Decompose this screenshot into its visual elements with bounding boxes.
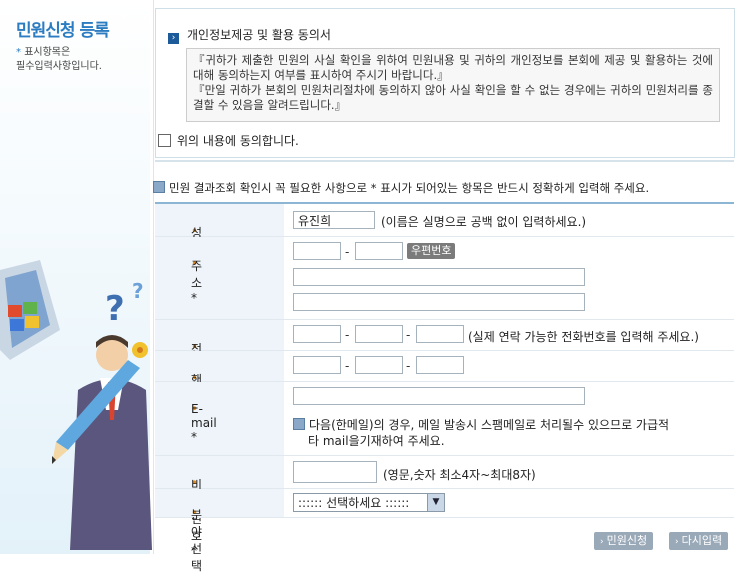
- password-input[interactable]: [293, 461, 377, 483]
- submit-label: 민원신청: [606, 534, 648, 547]
- complaint-form: •성명 * 유진희 (이름은 실명으로 공백 없이 입력하세요.) •주소 * …: [155, 202, 734, 573]
- consent-text-box[interactable]: 『귀하가 제출한 민원의 사실 확인을 위하여 민원내용 및 귀하의 개인정보를…: [186, 48, 720, 122]
- notice-text: 민원 결과조회 확인시 꼭 필요한 사항으로 * 표시가 되어있는 항목은 반드…: [169, 181, 650, 195]
- agree-checkbox[interactable]: [158, 134, 171, 147]
- category-selected: :::::: 선택하세요 ::::::: [298, 496, 410, 510]
- email-input[interactable]: [293, 387, 585, 405]
- row-address: • 주소 * - 우편번호: [155, 237, 734, 320]
- phone-input-2[interactable]: [355, 325, 403, 343]
- name-input[interactable]: 유진희: [293, 211, 375, 229]
- arrow-right-icon: ›: [168, 33, 179, 44]
- name-hint: (이름은 실명으로 공백 없이 입력하세요.): [381, 215, 587, 229]
- svg-text:?: ?: [105, 289, 125, 329]
- label-cell: • 분야선택: [155, 489, 284, 573]
- consent-heading-text: 개인정보제공 및 활용 동의서: [187, 28, 331, 42]
- label-cell: • E-mail *: [155, 382, 284, 455]
- email-hint: 다음(한메일)의 경우, 메일 발송시 스팸메일로 처리될수 있으므로 가급적 …: [293, 417, 669, 449]
- consent-heading: › 개인정보제공 및 활용 동의서: [168, 26, 331, 44]
- phone-dash-1: -: [345, 328, 350, 342]
- label-cell: •전화번호 *: [155, 320, 284, 422]
- consent-paragraph-2: 『만일 귀하가 본회의 민원처리절차에 동의하지 않아 사실 확인을 할 수 없…: [193, 83, 713, 112]
- zip-input-2[interactable]: [355, 242, 403, 260]
- label-cell: •성명 *: [155, 204, 284, 272]
- mobile-dash-2: -: [406, 359, 411, 373]
- arrow-right-icon: ›: [675, 537, 679, 547]
- label-cell: • 주소 *: [155, 237, 284, 319]
- submit-button[interactable]: › 민원신청: [594, 532, 654, 550]
- mobile-dash-1: -: [345, 359, 350, 373]
- email-label: E-mail *: [191, 402, 217, 444]
- address-label: 주소 *: [191, 259, 203, 305]
- phone-input-3[interactable]: [416, 325, 464, 343]
- section-divider: [155, 160, 734, 162]
- required-note-line2: 필수입력사항입니다.: [16, 61, 102, 72]
- svg-text:?: ?: [132, 279, 144, 303]
- password-hint: (영문,숫자 최소4자~최대8자): [383, 468, 536, 482]
- page-title: 민원신청 등록: [16, 21, 110, 41]
- label-cell: •핸드폰번호 *: [155, 351, 284, 470]
- mobile-input-3[interactable]: [416, 356, 464, 374]
- required-star: *: [16, 47, 21, 58]
- phone-input-1[interactable]: [293, 325, 341, 343]
- reset-label: 다시입력: [681, 534, 723, 547]
- address-line-1[interactable]: [293, 268, 585, 286]
- address-line-2[interactable]: [293, 293, 585, 311]
- row-phone: •전화번호 * - - (실제 연락 가능한 전화번호를 입력해 주세요.): [155, 320, 734, 422]
- agree-label: 위의 내용에 동의합니다.: [177, 134, 299, 148]
- notice-icon: [153, 181, 165, 193]
- agree-row[interactable]: 위의 내용에 동의합니다.: [158, 132, 299, 149]
- required-note: * 표시항목은 필수입력사항입니다.: [16, 46, 102, 74]
- info-icon: [293, 418, 305, 430]
- email-hint-line2: 타 mail을기재하여 주세요.: [308, 434, 445, 448]
- row-password: •비밀번호 * (영문,숫자 최소4자~최대8자): [155, 456, 734, 558]
- label-cell: •비밀번호 *: [155, 456, 284, 558]
- row-name: •성명 * 유진희 (이름은 실명으로 공백 없이 입력하세요.): [155, 204, 734, 272]
- row-mobile: •핸드폰번호 * - -: [155, 351, 734, 470]
- mobile-input-2[interactable]: [355, 356, 403, 374]
- phone-hint: (실제 연락 가능한 전화번호를 입력해 주세요.): [468, 330, 699, 344]
- row-email: • E-mail * 다음(한메일)의 경우, 메일 발송시 스팸메일로 처리될수…: [155, 382, 734, 456]
- chevron-down-icon[interactable]: ▼: [427, 494, 444, 511]
- consent-paragraph-1: 『귀하가 제출한 민원의 사실 확인을 위하여 민원내용 및 귀하의 개인정보를…: [193, 53, 713, 82]
- arrow-right-icon: ›: [600, 537, 604, 547]
- category-label: 분야선택: [191, 508, 203, 573]
- sidebar: 민원신청 등록 * 표시항목은 필수입력사항입니다. ? ?: [0, 0, 152, 554]
- notice: 민원 결과조회 확인시 꼭 필요한 사항으로 * 표시가 되어있는 항목은 반드…: [153, 180, 649, 196]
- category-select[interactable]: :::::: 선택하세요 :::::: ▼: [293, 493, 445, 512]
- reset-button[interactable]: › 다시입력: [669, 532, 729, 550]
- zip-input-1[interactable]: [293, 242, 341, 260]
- email-hint-line1: 다음(한메일)의 경우, 메일 발송시 스팸메일로 처리될수 있으므로 가급적: [309, 418, 670, 432]
- zip-dash: -: [345, 245, 350, 259]
- mobile-input-1[interactable]: [293, 356, 341, 374]
- required-note-line1: 표시항목은: [24, 47, 71, 58]
- illustration-computer-person: ? ?: [0, 260, 152, 550]
- phone-dash-2: -: [406, 328, 411, 342]
- row-category: • 분야선택 :::::: 선택하세요 :::::: ▼: [155, 489, 734, 573]
- zip-search-button[interactable]: 우편번호: [407, 243, 456, 259]
